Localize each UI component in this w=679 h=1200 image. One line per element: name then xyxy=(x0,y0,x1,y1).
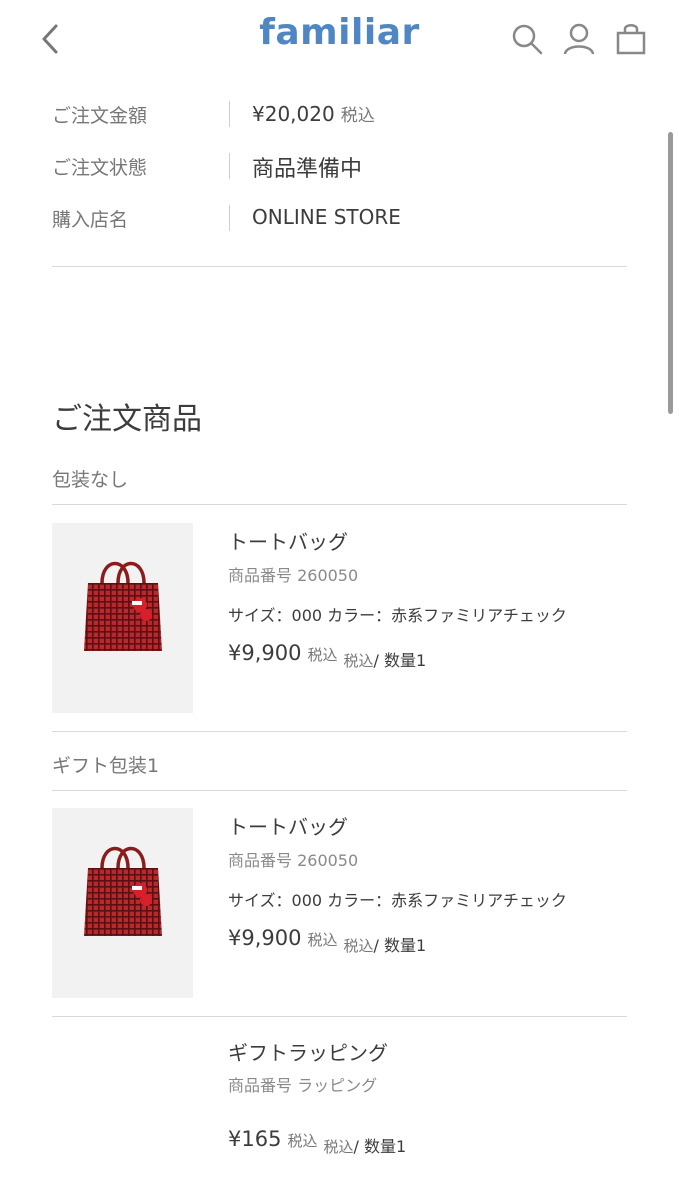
product-attributes: サイズ：000 カラー：赤系ファミリアチェック xyxy=(228,606,567,625)
tax-label: 税込 xyxy=(287,1132,318,1150)
order-total: ¥20,020 税込 xyxy=(252,101,375,126)
tax-label: 税込 xyxy=(343,652,374,670)
user-icon[interactable] xyxy=(562,22,596,56)
group-label: ギフト包装1 xyxy=(52,755,160,777)
app-header: familiar xyxy=(0,0,679,80)
divider xyxy=(229,205,230,231)
gift-wrap-name: ギフトラッピング xyxy=(228,1041,388,1065)
summary-label: ご注文状態 xyxy=(52,157,148,179)
tax-label: 税込 xyxy=(307,646,338,664)
tax-label: 税込 xyxy=(323,1138,354,1156)
product-price-line: ¥9,900 税込 税込/ 数量1 xyxy=(228,926,426,955)
divider xyxy=(52,731,627,732)
product-price: ¥9,900 xyxy=(228,926,302,950)
quantity: / 数量1 xyxy=(373,936,427,955)
product-code: 商品番号 260050 xyxy=(228,566,359,585)
product-attributes: サイズ：000 カラー：赤系ファミリアチェック xyxy=(228,891,567,910)
product-price: ¥9,900 xyxy=(228,641,302,665)
tote-bag-image xyxy=(84,561,162,651)
order-status: 商品準備中 xyxy=(252,157,363,182)
divider xyxy=(229,153,230,179)
order-detail-page: familiar ご注文金額 ¥20,020 税込 ご注文状態 商品準備中 購入店… xyxy=(0,0,679,1200)
product-price-line: ¥9,900 税込 税込/ 数量1 xyxy=(228,641,426,670)
gift-wrap-price: ¥165 xyxy=(228,1127,282,1151)
section-title: ご注文商品 xyxy=(52,402,202,437)
order-total-value: ¥20,020 xyxy=(252,102,335,126)
product-thumbnail[interactable] xyxy=(52,808,193,998)
tax-label: 税込 xyxy=(340,106,375,126)
divider xyxy=(229,101,230,127)
product-name[interactable]: トートバッグ xyxy=(228,811,348,840)
search-icon[interactable] xyxy=(510,22,544,56)
store-name: ONLINE STORE xyxy=(252,205,401,229)
divider xyxy=(52,266,627,267)
summary-label: ご注文金額 xyxy=(52,105,148,127)
product-code: 商品番号 260050 xyxy=(228,851,359,870)
divider xyxy=(52,504,627,505)
product-thumbnail[interactable] xyxy=(52,523,193,713)
divider xyxy=(52,790,627,791)
divider xyxy=(52,1016,627,1017)
product-name[interactable]: トートバッグ xyxy=(228,526,348,555)
summary-row-store: 購入店名 ONLINE STORE xyxy=(52,205,627,235)
quantity: / 数量1 xyxy=(373,651,427,670)
summary-label: 購入店名 xyxy=(52,209,129,231)
gift-wrap-code: 商品番号 ラッピング xyxy=(228,1076,378,1095)
tote-bag-image xyxy=(84,846,162,936)
quantity: / 数量1 xyxy=(353,1137,407,1156)
group-label: 包装なし xyxy=(52,469,129,491)
tax-label: 税込 xyxy=(343,937,374,955)
summary-row-status: ご注文状態 商品準備中 xyxy=(52,153,627,183)
scrollbar[interactable] xyxy=(668,132,673,414)
tax-label: 税込 xyxy=(307,931,338,949)
summary-row-amount: ご注文金額 ¥20,020 税込 xyxy=(52,101,627,131)
gift-wrap-price-line: ¥165 税込 税込/ 数量1 xyxy=(228,1127,406,1156)
shopping-bag-icon[interactable] xyxy=(614,22,648,56)
